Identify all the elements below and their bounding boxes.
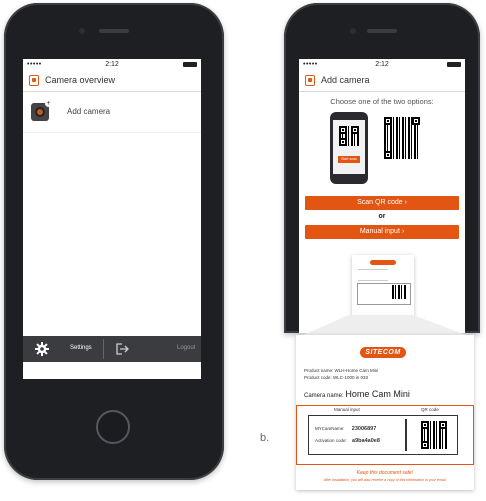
mycam-value: 23006897: [351, 426, 377, 432]
camera-name-row: Camera name: Home Cam Mini: [304, 389, 410, 399]
credentials-table: MYCamName: 23006897 Activation code: a9b…: [308, 415, 458, 455]
caption-label: b.: [260, 432, 270, 444]
camera-name-label: Camera name:: [304, 393, 344, 399]
keep-safe-subtext: After installation, you will also receiv…: [323, 478, 447, 482]
activation-value: a9ba4a0e8: [352, 438, 380, 444]
mycam-row: MYCamName: 23006897: [315, 426, 376, 432]
sitecom-logo: SITECOM: [360, 347, 406, 358]
document-qr-code-icon: [421, 421, 447, 449]
activation-row: Activation code: a9ba4a0e8: [315, 438, 380, 444]
product-name-line: Product name: WLH-Home Cam Mini: [304, 368, 379, 373]
document-card: SITECOM Product name: WLH-Home Cam Mini …: [296, 335, 474, 490]
credentials-divider: [405, 419, 407, 451]
mycam-label: MYCamName:: [315, 426, 345, 431]
keep-safe-text: Keep this document safe!: [356, 470, 414, 476]
product-code-line: Product code: WLC-1000 in 033: [304, 375, 369, 380]
camera-name-value: Home Cam Mini: [345, 389, 410, 399]
activation-label: Activation code:: [315, 438, 347, 443]
